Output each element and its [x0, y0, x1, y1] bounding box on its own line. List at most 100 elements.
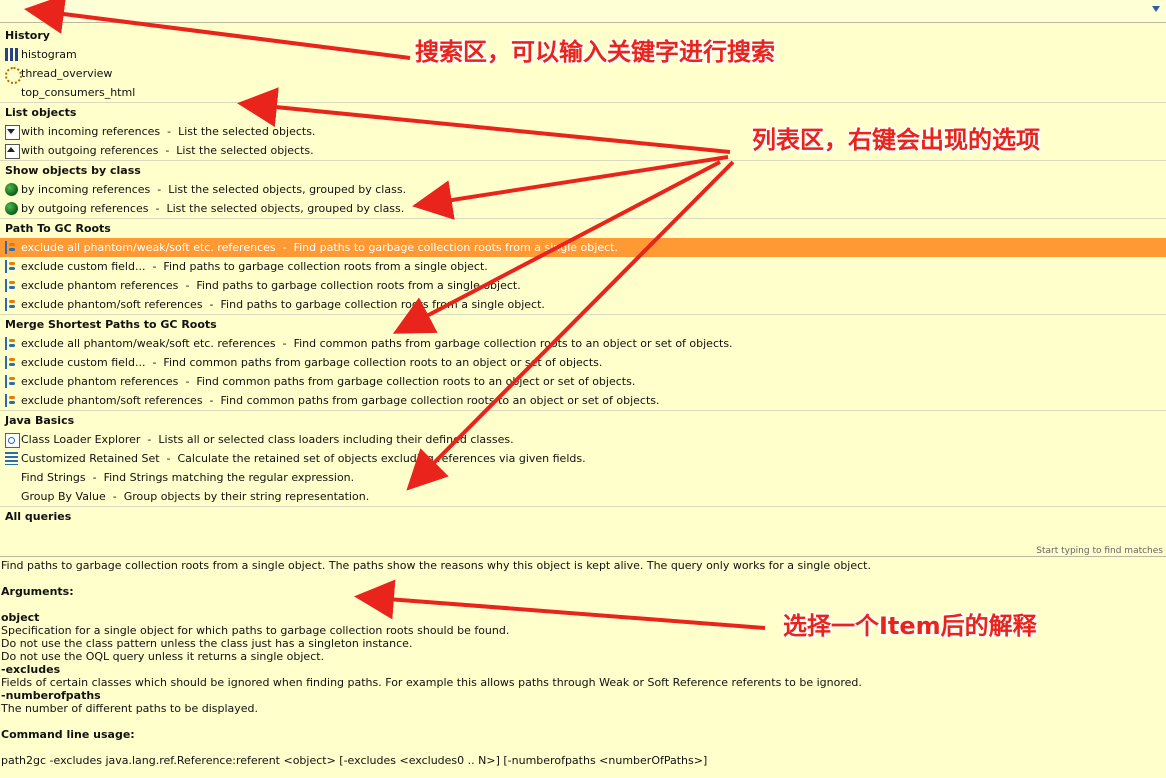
query-item[interactable]: Customized Retained Set - Calculate the … — [0, 449, 1166, 468]
query-item[interactable]: exclude phantom/soft references - Find c… — [0, 391, 1166, 410]
argument-text: Fields of certain classes which should b… — [1, 676, 862, 689]
query-description-short: Find paths to garbage collection roots f… — [196, 279, 521, 292]
section-all-queries: All queries — [0, 507, 1166, 526]
section-show-objects-by-class: Show objects by class by incoming referen… — [0, 161, 1166, 219]
separator: - — [178, 279, 197, 292]
class-outgoing-icon — [5, 202, 18, 215]
section-history: History histogram thread_overview top_consu… — [0, 26, 1166, 103]
separator: - — [275, 337, 294, 350]
section-header: Show objects by class — [5, 164, 141, 177]
argument-name: -numberofpaths — [1, 689, 101, 702]
query-item[interactable]: histogram — [0, 45, 1166, 64]
separator: - — [202, 394, 221, 407]
query-list: History histogram thread_overview top_consu… — [0, 26, 1166, 544]
query-item[interactable]: exclude phantom/soft references - Find p… — [0, 295, 1166, 314]
query-item[interactable]: Find Strings - Find Strings matching the… — [0, 468, 1166, 487]
query-item[interactable]: top_consumers_html — [0, 83, 1166, 102]
outgoing-references-icon — [5, 144, 20, 159]
argument-name: object — [1, 611, 40, 624]
query-name: histogram — [21, 48, 77, 61]
query-item[interactable]: thread_overview — [0, 64, 1166, 84]
typing-hint: Start typing to find matches — [1036, 546, 1163, 556]
query-description-short: Calculate the retained set of objects ex… — [177, 452, 586, 465]
section-header: History — [5, 29, 50, 42]
query-name: by incoming references — [21, 183, 151, 196]
query-item[interactable]: by incoming references - List the select… — [0, 180, 1166, 199]
gc-path-icon — [5, 279, 20, 292]
query-item[interactable]: with incoming references - List the sele… — [0, 122, 1166, 141]
query-name: thread_overview — [21, 67, 113, 80]
gc-path-icon — [5, 241, 20, 254]
query-item[interactable]: exclude all phantom/weak/soft etc. refer… — [0, 334, 1166, 353]
query-name: exclude all phantom/weak/soft etc. refer… — [21, 241, 276, 254]
query-description-short: Find paths to garbage collection roots f… — [293, 241, 618, 254]
query-name: Find Strings — [21, 471, 86, 484]
query-item[interactable]: exclude phantom references - Find paths … — [0, 276, 1166, 295]
query-description-short: Find common paths from garbage collectio… — [196, 375, 636, 388]
query-item[interactable]: Class Loader Explorer - Lists all or sel… — [0, 430, 1166, 449]
retained-set-icon — [5, 452, 18, 465]
merge-paths-icon — [5, 375, 20, 388]
query-name: Group By Value — [21, 490, 106, 503]
argument-text: The number of different paths to be disp… — [1, 702, 259, 715]
query-description-short: List the selected objects. — [176, 144, 314, 157]
query-description: Find paths to garbage collection roots f… — [1, 559, 1161, 767]
panel-divider[interactable] — [0, 556, 1166, 557]
query-item[interactable]: exclude custom field... - Find paths to … — [0, 257, 1166, 276]
query-name: top_consumers_html — [21, 86, 136, 99]
query-item[interactable]: exclude all phantom/weak/soft etc. refer… — [0, 238, 1166, 257]
separator: - — [105, 490, 124, 503]
query-name: exclude phantom references — [21, 375, 179, 388]
class-loader-icon — [5, 433, 20, 448]
argument-name: -excludes — [1, 663, 61, 676]
section-list-objects: List objects with incoming references - L… — [0, 103, 1166, 161]
query-item[interactable]: exclude custom field... - Find common pa… — [0, 353, 1166, 372]
separator: - — [150, 183, 169, 196]
query-name: exclude all phantom/weak/soft etc. refer… — [21, 337, 276, 350]
merge-paths-icon — [5, 394, 20, 407]
section-header: Merge Shortest Paths to GC Roots — [5, 318, 217, 331]
separator: - — [202, 298, 221, 311]
argument-text: Do not use the OQL query unless it retur… — [1, 650, 325, 663]
query-item[interactable]: with outgoing references - List the sele… — [0, 141, 1166, 160]
description-summary: Find paths to garbage collection roots f… — [1, 559, 871, 572]
query-name: exclude custom field... — [21, 356, 146, 369]
query-description-short: Lists all or selected class loaders incl… — [158, 433, 514, 446]
gc-path-icon — [5, 298, 20, 311]
query-description-short: List the selected objects. — [178, 125, 316, 138]
query-name: exclude phantom/soft references — [21, 394, 203, 407]
search-input[interactable] — [2, 2, 1136, 20]
query-description-short: Find paths to garbage collection roots f… — [163, 260, 488, 273]
section-path-to-gc-roots: Path To GC Roots exclude all phantom/weak… — [0, 219, 1166, 315]
separator: - — [178, 375, 197, 388]
separator: - — [275, 241, 294, 254]
chevron-down-icon[interactable] — [1152, 6, 1160, 12]
query-name: with incoming references — [21, 125, 161, 138]
query-name: exclude phantom references — [21, 279, 179, 292]
section-header: All queries — [5, 510, 72, 523]
query-item[interactable]: exclude phantom references - Find common… — [0, 372, 1166, 391]
argument-text: Do not use the class pattern unless the … — [1, 637, 413, 650]
separator: - — [158, 144, 177, 157]
separator: - — [148, 202, 167, 215]
query-description-short: Group objects by their string representa… — [123, 490, 370, 503]
section-header: Path To GC Roots — [5, 222, 111, 235]
query-item[interactable]: by outgoing references - List the select… — [0, 199, 1166, 218]
query-description-short: Find common paths from garbage collectio… — [293, 337, 733, 350]
query-item[interactable]: Group By Value - Group objects by their … — [0, 487, 1166, 506]
usage-label: Command line usage: — [1, 728, 135, 741]
search-bar — [0, 0, 1166, 23]
class-incoming-icon — [5, 183, 18, 196]
gear-icon — [5, 67, 22, 84]
query-name: with outgoing references — [21, 144, 159, 157]
separator: - — [160, 125, 179, 138]
usage-command: path2gc -excludes java.lang.ref.Referenc… — [1, 754, 708, 767]
merge-paths-icon — [5, 337, 20, 350]
separator: - — [85, 471, 104, 484]
query-name: Class Loader Explorer — [21, 433, 141, 446]
query-name: exclude custom field... — [21, 260, 146, 273]
query-description-short: Find Strings matching the regular expres… — [103, 471, 355, 484]
argument-text: Specification for a single object for wh… — [1, 624, 510, 637]
merge-paths-icon — [5, 356, 20, 369]
arguments-label: Arguments: — [1, 585, 74, 598]
